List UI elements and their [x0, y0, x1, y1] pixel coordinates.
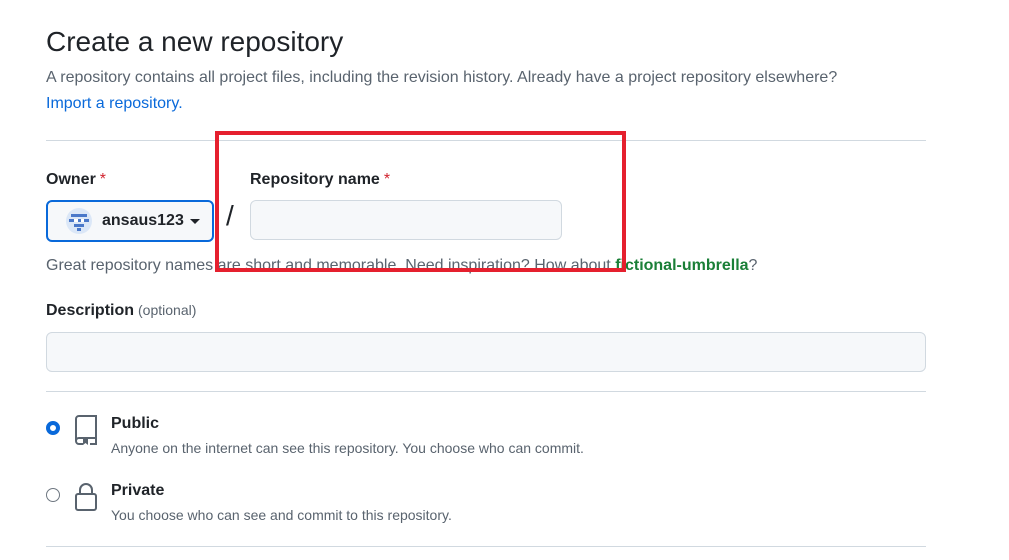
description-optional-note: (optional)	[138, 302, 197, 318]
private-option-description: You choose who can see and commit to thi…	[111, 507, 452, 523]
page-subtitle: A repository contains all project files,…	[46, 69, 838, 86]
public-option-title: Public	[111, 415, 160, 432]
public-radio[interactable]	[46, 421, 60, 435]
private-option-title: Private	[111, 482, 165, 499]
repository-name-input[interactable]	[250, 200, 562, 240]
repo-name-label-text: Repository name	[250, 171, 380, 188]
owner-label-text: Owner	[46, 171, 96, 188]
description-input[interactable]	[46, 332, 926, 372]
section-divider	[46, 140, 926, 141]
lock-icon	[74, 482, 98, 517]
repo-name-required-mark: *	[383, 171, 391, 188]
owner-label: Owner *	[46, 171, 106, 189]
repo-name-label: Repository name *	[250, 171, 390, 189]
hint-prefix: Great repository names are short and mem…	[46, 257, 616, 274]
owner-repo-separator: /	[226, 200, 234, 231]
description-label-text: Description	[46, 302, 135, 319]
repo-icon	[73, 415, 99, 450]
owner-dropdown[interactable]: ansaus123	[46, 200, 214, 242]
suggested-name-link[interactable]: fictional-umbrella	[615, 257, 748, 274]
public-option-description: Anyone on the internet can see this repo…	[111, 440, 584, 456]
page-title: Create a new repository	[46, 26, 344, 57]
section-divider	[46, 546, 926, 547]
private-radio[interactable]	[46, 488, 60, 502]
repo-name-hint: Great repository names are short and mem…	[46, 257, 757, 275]
import-repository-link[interactable]: Import a repository.	[46, 95, 183, 113]
identicon-avatar	[66, 208, 92, 234]
description-label: Description (optional)	[46, 302, 196, 320]
caret-down-icon	[189, 218, 200, 224]
owner-name: ansaus123	[102, 212, 184, 229]
owner-required-mark: *	[99, 171, 107, 188]
hint-suffix: ?	[748, 257, 758, 274]
section-divider	[46, 391, 926, 392]
